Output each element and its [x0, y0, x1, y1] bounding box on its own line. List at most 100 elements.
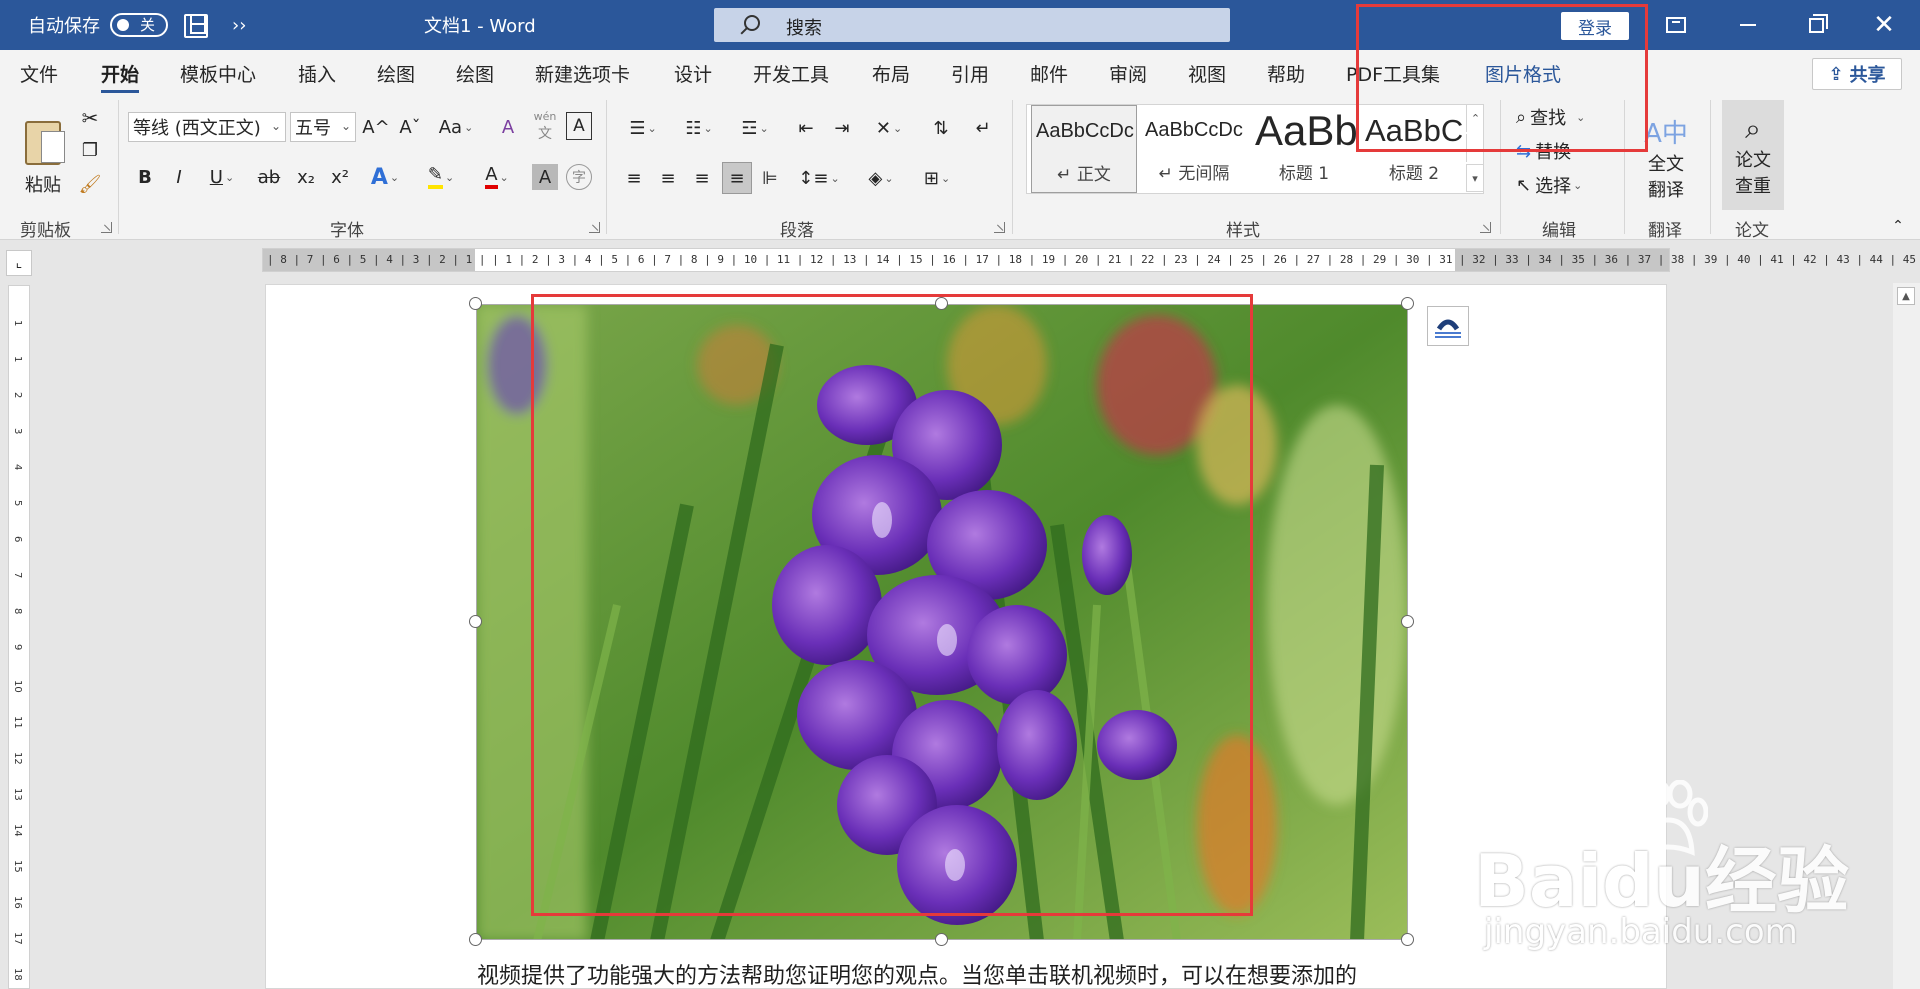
increase-indent-icon[interactable]: ⇥	[828, 114, 856, 142]
character-border-button[interactable]: A	[566, 112, 592, 140]
show-marks-icon[interactable]: ↵	[968, 114, 998, 142]
tab-draw-2[interactable]: 绘图	[456, 60, 494, 87]
borders-button[interactable]: ⊞ ⌄	[914, 164, 960, 192]
flower-photo[interactable]	[476, 304, 1408, 940]
customize-quick-access-icon[interactable]: ››	[232, 0, 246, 50]
full-translate-button[interactable]: A中 全文 翻译	[1636, 102, 1696, 212]
tab-mailings[interactable]: 邮件	[1030, 60, 1068, 87]
tab-file[interactable]: 文件	[20, 60, 58, 87]
format-painter-icon[interactable]: 🖌	[78, 172, 102, 196]
tab-selector-icon[interactable]: ⌞	[6, 250, 32, 276]
resize-handle-top[interactable]	[935, 297, 948, 310]
ribbon-display-options-icon[interactable]	[1648, 0, 1704, 50]
font-name-select[interactable]: 等线 (西文正文) ⌄	[128, 112, 286, 142]
gallery-up-icon[interactable]: ⌃	[1466, 104, 1484, 132]
copy-icon[interactable]: ❐	[78, 138, 102, 162]
tab-draw[interactable]: 绘图	[377, 60, 415, 87]
resize-handle-top-left[interactable]	[469, 297, 482, 310]
resize-handle-right[interactable]	[1401, 615, 1414, 628]
bullets-button[interactable]: ☰ ⌄	[620, 114, 666, 142]
font-launcher-icon[interactable]	[589, 222, 600, 233]
paste-button[interactable]: 粘贴	[14, 104, 72, 214]
subscript-button[interactable]: x₂	[292, 162, 320, 192]
style-normal[interactable]: AaBbCcDc ↵ 正文	[1031, 105, 1137, 193]
align-right-icon[interactable]: ≡	[688, 164, 716, 192]
text-effects-button[interactable]: A ⌄	[364, 162, 406, 192]
clipboard-launcher-icon[interactable]	[101, 222, 112, 233]
tab-pdf-tools[interactable]: PDF工具集	[1346, 60, 1440, 87]
collapse-ribbon-icon[interactable]: ⌃	[1888, 218, 1908, 234]
superscript-button[interactable]: x²	[326, 162, 354, 192]
shrink-font-button[interactable]: Aˇ	[396, 112, 424, 142]
distributed-icon[interactable]: ⊫	[756, 164, 784, 192]
clear-formatting-icon[interactable]: A	[494, 112, 522, 142]
decrease-indent-icon[interactable]: ⇤	[792, 114, 820, 142]
strikethrough-button[interactable]: ab	[254, 162, 284, 192]
style-no-spacing[interactable]: AaBbCcDc ↵ 无间隔	[1141, 105, 1247, 193]
minimize-button[interactable]	[1720, 0, 1776, 50]
character-shading-button[interactable]: A	[532, 164, 558, 190]
vertical-ruler[interactable]: 1 1 2 3 4 5 6 7 8 9 10 11 12 13 14 15 16…	[8, 285, 30, 989]
paragraph-launcher-icon[interactable]	[994, 222, 1005, 233]
resize-handle-left[interactable]	[469, 615, 482, 628]
resize-handle-bottom-left[interactable]	[469, 933, 482, 946]
tab-developer[interactable]: 开发工具	[753, 60, 829, 87]
autosave-toggle[interactable]: 关	[110, 13, 168, 37]
layout-options-icon[interactable]	[1427, 306, 1469, 346]
style-heading-1[interactable]: AaBb 标题 1	[1251, 105, 1357, 193]
search-input[interactable]: 搜索	[714, 8, 1230, 42]
tab-design[interactable]: 设计	[674, 60, 712, 87]
scroll-up-icon[interactable]: ▲	[1897, 287, 1915, 305]
cut-icon[interactable]: ✂	[78, 106, 102, 130]
tab-new-tab[interactable]: 新建选项卡	[535, 60, 630, 87]
tab-review[interactable]: 审阅	[1109, 60, 1147, 87]
share-button[interactable]: ⇪ 共享	[1812, 58, 1902, 90]
horizontal-ruler[interactable]: | 8 | 7 | 6 | 5 | 4 | 3 | 2 | 1 | | 1 | …	[262, 248, 1920, 272]
numbering-button[interactable]: ☷ ⌄	[676, 114, 722, 142]
selected-picture[interactable]	[469, 297, 1414, 946]
gallery-more-icon[interactable]: ▾	[1466, 164, 1484, 192]
resize-handle-top-right[interactable]	[1401, 297, 1414, 310]
change-case-button[interactable]: Aa ⌄	[434, 112, 478, 142]
tab-picture-format[interactable]: 图片格式	[1485, 60, 1561, 87]
chinese-layout-button[interactable]: ✕ ⌄	[866, 114, 912, 142]
replace-button[interactable]: ⇆ 替换	[1516, 136, 1571, 166]
shading-button[interactable]: ◈ ⌄	[858, 164, 904, 192]
justify-icon[interactable]: ≡	[722, 162, 752, 194]
font-size-select[interactable]: 五号 ⌄	[290, 112, 356, 142]
underline-button[interactable]: U ⌄	[200, 162, 244, 192]
styles-gallery[interactable]: AaBbCcDc ↵ 正文 AaBbCcDc ↵ 无间隔 AaBb 标题 1 A…	[1026, 104, 1484, 194]
tab-view[interactable]: 视图	[1188, 60, 1226, 87]
tab-home[interactable]: 开始	[101, 60, 140, 93]
resize-handle-bottom-right[interactable]	[1401, 933, 1414, 946]
tab-layout[interactable]: 布局	[872, 60, 910, 87]
line-spacing-button[interactable]: ↕≡ ⌄	[796, 164, 842, 192]
enclose-characters-button[interactable]: 字	[566, 164, 592, 190]
italic-button[interactable]: I	[166, 162, 192, 192]
grow-font-button[interactable]: A^	[362, 112, 390, 142]
tab-help[interactable]: 帮助	[1267, 60, 1305, 87]
close-button[interactable]: ✕	[1856, 0, 1912, 50]
document-body-text[interactable]: 视频提供了功能强大的方法帮助您证明您的观点。当您单击联机视频时，可以在想要添加的	[477, 958, 1357, 989]
multilevel-list-button[interactable]: ☲ ⌄	[732, 114, 778, 142]
save-icon[interactable]	[184, 14, 208, 38]
styles-launcher-icon[interactable]	[1480, 222, 1491, 233]
paper-check-button[interactable]: ⌕ 论文 查重	[1722, 100, 1784, 210]
tab-template-center[interactable]: 模板中心	[180, 60, 256, 87]
tab-references[interactable]: 引用	[951, 60, 989, 87]
resize-handle-bottom[interactable]	[935, 933, 948, 946]
find-button[interactable]: ⌕ 查找 ⌄	[1516, 102, 1585, 132]
tab-insert[interactable]: 插入	[298, 60, 336, 87]
gallery-down-icon[interactable]: ⌄	[1466, 134, 1484, 162]
font-color-button[interactable]: A ⌄	[474, 162, 520, 192]
highlight-color-button[interactable]: ✎ ⌄	[418, 162, 464, 192]
phonetic-guide-button[interactable]: wén 文	[530, 108, 560, 144]
select-button[interactable]: ↖ 选择 ⌄	[1516, 170, 1582, 200]
sort-icon[interactable]: ⇅	[926, 114, 956, 142]
restore-button[interactable]	[1788, 0, 1844, 50]
login-button[interactable]: 登录	[1561, 12, 1629, 40]
style-heading-2[interactable]: AaBbC 标题 2	[1361, 105, 1467, 193]
align-center-icon[interactable]: ≡	[654, 164, 682, 192]
align-left-icon[interactable]: ≡	[620, 164, 648, 192]
bold-button[interactable]: B	[132, 162, 158, 192]
